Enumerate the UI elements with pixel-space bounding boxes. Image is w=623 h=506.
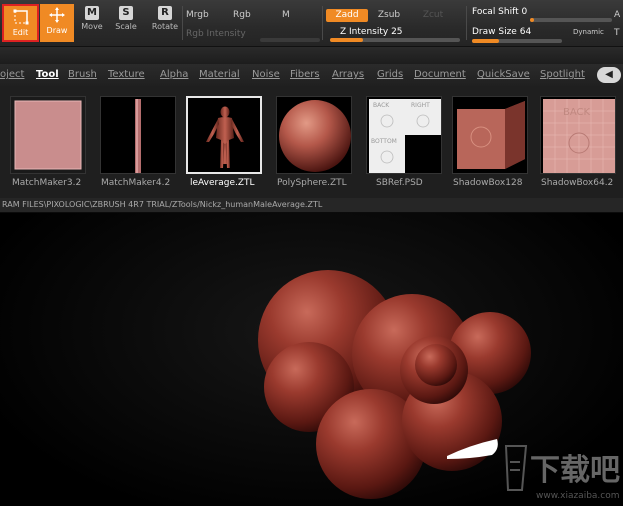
watermark-url-text: www.xiazaiba.com xyxy=(536,491,620,501)
z-intensity-value: 25 xyxy=(391,27,403,37)
tool-thumb-shadowbox64[interactable]: BACK xyxy=(540,96,616,174)
tool-thumb-polysphere[interactable] xyxy=(276,96,352,174)
sbref-bottom-text: BOTTOM xyxy=(371,138,397,145)
menu-item-material[interactable]: Material xyxy=(199,69,240,80)
menu-item-alpha[interactable]: Alpha xyxy=(160,69,188,80)
menu-item-noise[interactable]: Noise xyxy=(252,69,280,80)
matchmaker4-preview-icon xyxy=(135,99,141,173)
menu-bar: oject Tool Brush Texture Alpha Material … xyxy=(0,64,623,86)
edit-label: Edit xyxy=(12,28,29,37)
rotate-button[interactable]: R Rotate xyxy=(148,4,182,42)
move-button[interactable]: M Move xyxy=(78,4,106,42)
shadowbox-back-text: BACK xyxy=(563,107,591,118)
top-toolbar: Edit Draw M Move S Scale R Rotate Mrgb R… xyxy=(0,0,623,47)
menu-scroll-left-button[interactable]: ◀ xyxy=(597,67,621,83)
menu-item-quicksave[interactable]: QuickSave xyxy=(477,69,530,80)
z-intensity-name: Z Intensity xyxy=(340,27,389,37)
draw-button[interactable]: Draw xyxy=(40,4,74,42)
sbref-right-text: RIGHT xyxy=(411,102,430,109)
toolbar-divider xyxy=(322,6,323,40)
sbref-preview-icon: BACK RIGHT BOTTOM xyxy=(369,99,441,173)
menu-item-brush[interactable]: Brush xyxy=(68,69,97,80)
tool-thumb-human-male[interactable] xyxy=(186,96,262,174)
tool-path-text: RAM FILES\PIXOLOGIC\ZBRUSH 4R7 TRIAL/ZTo… xyxy=(2,200,323,209)
draw-size-slider[interactable] xyxy=(472,39,562,43)
zadd-button[interactable]: Zadd xyxy=(326,9,368,22)
focal-shift-slider[interactable] xyxy=(530,18,612,22)
tool-label-matchmaker4: MatchMaker4.2 xyxy=(101,178,171,188)
rgb-intensity-slider[interactable] xyxy=(260,38,320,42)
menu-item-tool[interactable]: Tool xyxy=(36,69,59,80)
tool-label-matchmaker3: MatchMaker3.2 xyxy=(12,178,82,188)
focal-shift-fill xyxy=(530,18,534,22)
rgb-button[interactable]: Rgb xyxy=(233,10,251,20)
site-watermark: 下载吧 www.xiazaiba.com xyxy=(500,440,620,502)
scale-label: Scale xyxy=(115,22,137,31)
draw-size-value: 64 xyxy=(519,27,532,37)
dynamic-button[interactable]: Dynamic xyxy=(573,28,604,36)
zbrush-window: Edit Draw M Move S Scale R Rotate Mrgb R… xyxy=(0,0,623,506)
sbref-back-text: BACK xyxy=(373,102,390,109)
draw-size-name: Draw Size xyxy=(472,27,517,37)
download-logo-icon: 下载吧 www.xiazaiba.com xyxy=(504,445,620,501)
tool-label-human-male: leAverage.ZTL xyxy=(190,178,255,188)
draw-size-fill xyxy=(472,39,499,43)
right-t-button[interactable]: T xyxy=(614,28,620,38)
rotate-label: Rotate xyxy=(151,22,179,31)
tool-thumb-matchmaker3[interactable] xyxy=(10,96,86,174)
menu-item-fibers[interactable]: Fibers xyxy=(290,69,320,80)
toolbar-divider xyxy=(182,6,183,40)
menu-item-arrays[interactable]: Arrays xyxy=(332,69,364,80)
mrgb-button[interactable]: Mrgb xyxy=(186,10,209,20)
shadowbox-grid-icon: BACK xyxy=(543,99,615,173)
focal-shift-value: 0 xyxy=(521,7,528,17)
edit-button[interactable]: Edit xyxy=(2,4,39,42)
menu-item-grids[interactable]: Grids xyxy=(377,69,403,80)
z-intensity-label: Z Intensity 25 xyxy=(340,27,403,37)
tool-thumb-shadowbox128[interactable] xyxy=(452,96,528,174)
draw-label: Draw xyxy=(46,26,68,35)
move-label: Move xyxy=(81,22,103,31)
scale-button[interactable]: S Scale xyxy=(112,4,140,42)
scale-key-icon: S xyxy=(119,6,133,20)
draw-size-label: Draw Size 64 xyxy=(472,27,531,37)
edit-icon xyxy=(13,9,28,25)
toolbar-divider xyxy=(466,6,467,40)
focal-shift-label: Focal Shift 0 xyxy=(472,7,527,17)
focal-shift-name: Focal Shift xyxy=(472,7,519,17)
menu-item-spotlight[interactable]: Spotlight xyxy=(540,69,585,80)
tool-label-sbref: SBRef.PSD xyxy=(376,178,423,188)
menu-item-document[interactable]: Document xyxy=(414,69,466,80)
z-intensity-fill xyxy=(330,38,363,42)
zsub-button[interactable]: Zsub xyxy=(376,9,402,22)
tool-shelf: MatchMaker3.2 MatchMaker4.2 leAverage.ZT… xyxy=(0,86,623,198)
m-button[interactable]: M xyxy=(282,10,290,20)
tool-thumb-matchmaker4[interactable] xyxy=(100,96,176,174)
draw-icon xyxy=(49,7,65,23)
menu-item-texture[interactable]: Texture xyxy=(108,69,145,80)
zcut-button[interactable]: Zcut xyxy=(420,9,446,22)
human-figure-icon xyxy=(206,106,244,168)
matchmaker3-preview-icon xyxy=(14,100,82,170)
move-key-icon: M xyxy=(85,6,99,20)
tool-thumb-sbref[interactable]: BACK RIGHT BOTTOM xyxy=(366,96,442,174)
shadowbox-cube-icon xyxy=(457,101,525,169)
z-intensity-slider[interactable] xyxy=(330,38,460,42)
sphere-preview-icon xyxy=(279,100,351,172)
tool-label-shadowbox64: ShadowBox64.2 xyxy=(541,178,614,188)
rotate-key-icon: R xyxy=(158,6,172,20)
sphere-cluster-model xyxy=(258,270,531,499)
tool-label-shadowbox128: ShadowBox128 xyxy=(453,178,523,188)
rgb-intensity-slider-label[interactable]: Rgb Intensity xyxy=(186,29,246,39)
tool-path-bar: RAM FILES\PIXOLOGIC\ZBRUSH 4R7 TRIAL/ZTo… xyxy=(0,198,623,212)
right-a-button[interactable]: A xyxy=(614,10,620,20)
chevron-left-icon: ◀ xyxy=(605,69,613,80)
menu-item-object[interactable]: oject xyxy=(0,69,24,80)
tool-label-polysphere: PolySphere.ZTL xyxy=(277,178,347,188)
watermark-cn-text: 下载吧 xyxy=(530,453,620,488)
toolbar-gap xyxy=(0,47,623,64)
